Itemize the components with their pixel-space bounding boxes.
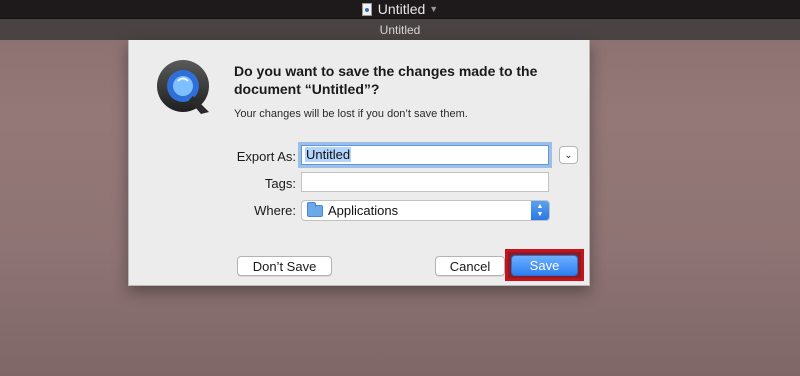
applications-folder-icon — [307, 201, 323, 217]
where-popup[interactable]: Applications ▲ ▼ — [301, 200, 550, 221]
cancel-button[interactable]: Cancel — [435, 256, 505, 276]
title-chevron-down-icon[interactable]: ▼ — [429, 4, 438, 14]
document-icon — [361, 2, 372, 16]
export-as-value: Untitled — [305, 147, 352, 162]
where-value: Applications — [328, 203, 399, 218]
where-label: Where: — [254, 203, 296, 218]
dialog-heading: Do you want to save the changes made to … — [234, 63, 538, 97]
tab-bar: Untitled — [0, 19, 800, 40]
export-as-label: Export As: — [236, 149, 296, 164]
tags-label: Tags: — [264, 176, 296, 191]
up-down-arrows-icon: ▲ ▼ — [531, 201, 549, 220]
save-button[interactable]: Save — [511, 255, 578, 276]
chevron-down-icon: ⌄ — [564, 149, 573, 161]
expand-dialog-button[interactable]: ⌄ — [559, 146, 578, 164]
export-as-field[interactable]: Untitled — [301, 145, 549, 165]
dont-save-button[interactable]: Don’t Save — [237, 256, 332, 276]
quicktime-icon — [157, 60, 209, 114]
tab-title[interactable]: Untitled — [380, 23, 421, 37]
dialog-subtext: Your changes will be lost if you don’t s… — [234, 108, 468, 120]
tags-field[interactable] — [301, 172, 549, 192]
window-titlebar: Untitled ▼ — [0, 0, 800, 19]
window-title[interactable]: Untitled — [378, 1, 425, 17]
